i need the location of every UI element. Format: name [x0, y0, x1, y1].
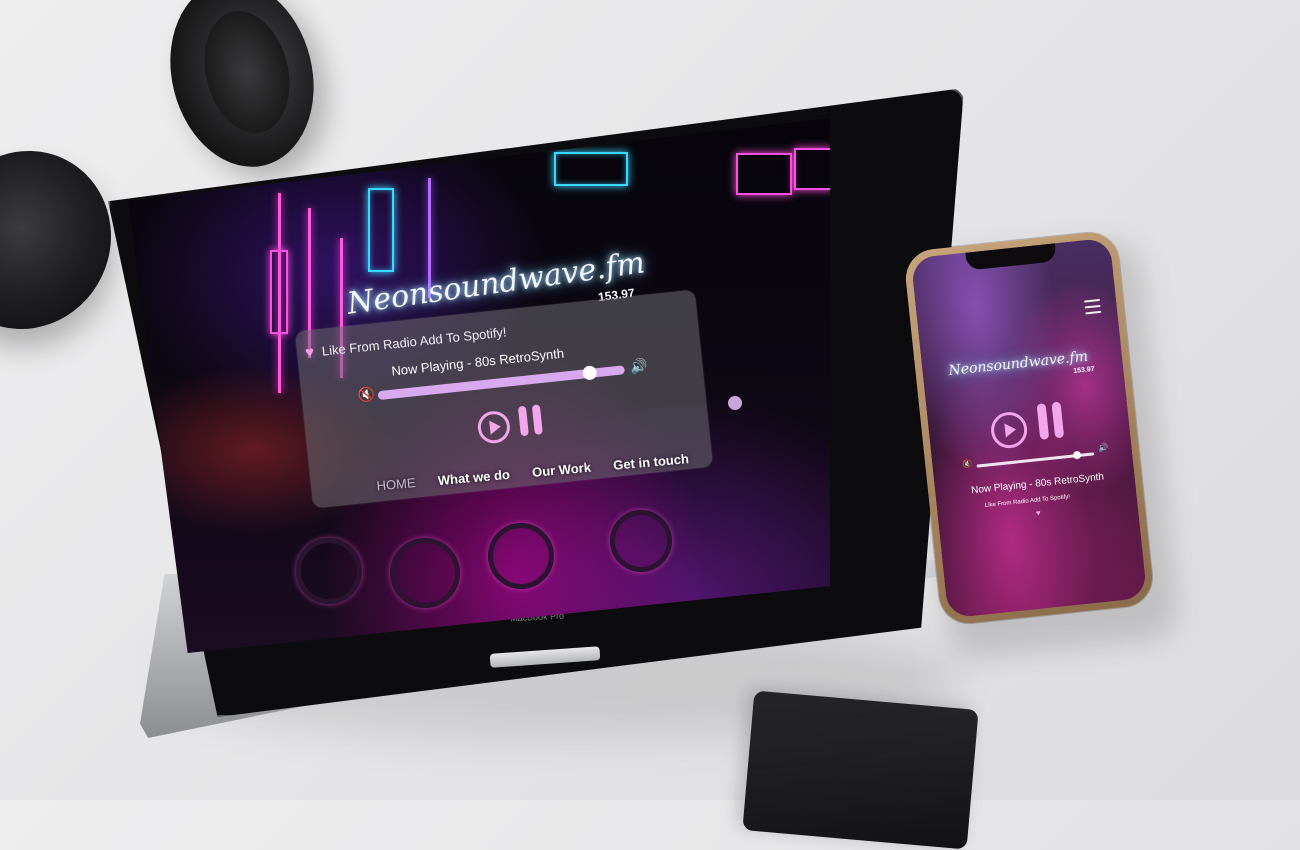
mute-icon[interactable]: 🔇 — [357, 385, 376, 404]
neon-sign — [554, 152, 628, 186]
laptop-screen: Neonsoundwave.fm 153.97 ♥ Like From Radio… — [128, 118, 830, 653]
mockup-scene: { "site": { "logo_text": "Neonsoundwave.… — [0, 0, 1300, 850]
mobile-volume-slider[interactable] — [976, 450, 1095, 468]
pause-icon[interactable] — [517, 404, 550, 442]
carousel-dot[interactable] — [728, 396, 742, 410]
volume-icon[interactable]: 🔊 — [629, 357, 648, 376]
mobile-frequency-label: 153.97 — [1072, 365, 1096, 376]
scene-wheel — [610, 510, 672, 572]
mobile-volume-icon[interactable]: 🔊 — [1098, 443, 1109, 453]
scene-wheel — [390, 538, 460, 608]
heart-icon[interactable]: ♥ — [304, 344, 315, 362]
nav-our-work[interactable]: Our Work — [531, 460, 591, 480]
phone-notch — [965, 243, 1057, 271]
scene-wheel — [488, 523, 554, 589]
mobile-play-icon[interactable] — [989, 410, 1029, 450]
mobile-site-logo[interactable]: Neonsoundwave.fm — [948, 348, 1089, 379]
scene-wheel — [296, 538, 362, 604]
phone-screen: Neonsoundwave.fm 153.97 🔇 🔊 Now Playing … — [910, 237, 1148, 619]
neon-sign — [794, 148, 830, 190]
play-icon[interactable] — [476, 409, 512, 445]
mobile-pause-icon[interactable] — [1036, 401, 1071, 445]
mobile-spotify-like-text: Like From Radio Add To Spotify! — [984, 494, 1071, 510]
menu-icon[interactable] — [1083, 298, 1102, 319]
mobile-mute-icon[interactable]: 🔇 — [962, 459, 973, 469]
neon-sign — [368, 188, 394, 272]
neon-sign — [270, 250, 288, 334]
mobile-now-playing-text: Now Playing - 80s RetroSynth — [970, 471, 1105, 497]
nav-home[interactable]: HOME — [376, 475, 416, 493]
mobile-heart-icon[interactable]: ♥ — [1035, 508, 1041, 517]
smartphone: Neonsoundwave.fm 153.97 🔇 🔊 Now Playing … — [902, 229, 1156, 627]
mobile-volume-thumb[interactable] — [1073, 450, 1082, 460]
neon-sign — [736, 153, 792, 195]
volume-slider-thumb[interactable] — [582, 365, 598, 381]
